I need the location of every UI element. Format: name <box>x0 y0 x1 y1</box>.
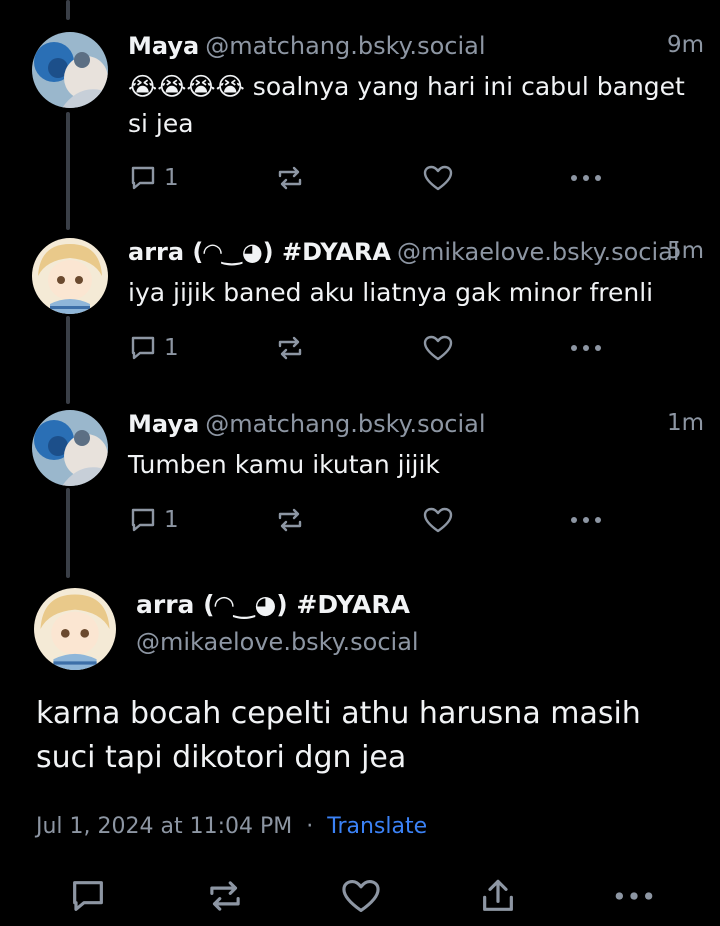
reply-count: 1 <box>164 165 179 191</box>
reply-icon <box>131 166 155 190</box>
post-date: Jul 1, 2024 at 11:04 PM <box>36 814 293 839</box>
more-icon <box>571 345 601 351</box>
translate-link[interactable]: Translate <box>327 814 427 839</box>
author-name[interactable]: Maya <box>128 410 199 438</box>
post-header: Maya @matchang.bsky.social <box>128 32 486 60</box>
main-reply-button[interactable] <box>68 872 108 920</box>
reply-count: 1 <box>164 335 179 361</box>
like-button[interactable] <box>422 328 454 368</box>
repost-icon <box>278 336 302 360</box>
heart-icon <box>423 165 453 191</box>
main-share-button[interactable] <box>478 872 518 920</box>
more-icon <box>571 517 601 523</box>
main-author-handle[interactable]: @mikaelove.bsky.social <box>136 628 419 656</box>
avatar-maya[interactable] <box>32 32 108 108</box>
thread-post-1[interactable]: Maya @matchang.bsky.social 9m 😭😭😭😭 soalny… <box>0 32 720 202</box>
post-text: Tumben kamu ikutan jijik <box>128 450 440 479</box>
like-button[interactable] <box>422 500 454 540</box>
thread-line-top <box>66 0 70 20</box>
repost-icon <box>278 166 302 190</box>
reply-button[interactable]: 1 <box>128 500 179 540</box>
avatar-arra[interactable] <box>32 238 108 314</box>
repost-button[interactable] <box>274 500 306 540</box>
more-button[interactable] <box>568 328 604 368</box>
heart-icon <box>423 335 453 361</box>
reply-button[interactable]: 1 <box>128 158 179 198</box>
author-handle[interactable]: @matchang.bsky.social <box>205 410 485 438</box>
meta-separator: · <box>306 814 314 839</box>
more-button[interactable] <box>568 500 604 540</box>
post-time: 1m <box>666 410 704 436</box>
more-button[interactable] <box>568 158 604 198</box>
repost-button[interactable] <box>274 158 306 198</box>
share-icon <box>483 879 513 911</box>
post-actions: 1 <box>128 500 608 540</box>
reply-button[interactable]: 1 <box>128 328 179 368</box>
reply-count: 1 <box>164 507 179 533</box>
thread-post-3[interactable]: Maya @matchang.bsky.social 1m Tumben kamu… <box>0 410 720 550</box>
author-name[interactable]: arra (◠‿◕) #DYARA <box>128 238 391 266</box>
heart-icon <box>342 879 380 913</box>
post-time: 5m <box>666 238 704 264</box>
post-text: 😭😭😭😭 soalnya yang hari ini cabul banget … <box>128 72 685 138</box>
reply-icon <box>131 508 155 532</box>
repost-button[interactable] <box>274 328 306 368</box>
more-icon <box>571 175 601 181</box>
post-header: Maya @matchang.bsky.social <box>128 410 486 438</box>
avatar-maya[interactable] <box>32 410 108 486</box>
post-header: arra (◠‿◕) #DYARA @mikaelove.bsky.social <box>128 238 680 266</box>
reply-icon <box>73 881 103 911</box>
heart-icon <box>423 507 453 533</box>
main-avatar-arra[interactable] <box>34 588 116 670</box>
main-post-actions <box>0 872 720 920</box>
main-more-button[interactable] <box>612 872 656 920</box>
post-time: 9m <box>666 32 704 58</box>
post-meta: Jul 1, 2024 at 11:04 PM · Translate <box>36 814 427 839</box>
more-icon <box>615 892 653 900</box>
post-actions: 1 <box>128 328 608 368</box>
author-handle[interactable]: @mikaelove.bsky.social <box>397 238 680 266</box>
author-name[interactable]: Maya <box>128 32 199 60</box>
author-handle[interactable]: @matchang.bsky.social <box>205 32 485 60</box>
like-button[interactable] <box>422 158 454 198</box>
main-repost-button[interactable] <box>204 872 246 920</box>
reply-icon <box>131 336 155 360</box>
main-author-name[interactable]: arra (◠‿◕) #DYARA <box>136 590 410 619</box>
repost-icon <box>278 508 302 532</box>
main-post-text: karna bocah cepelti athu harusna masih s… <box>36 696 641 775</box>
repost-icon <box>210 881 240 911</box>
post-actions: 1 <box>128 158 608 198</box>
post-text: iya jijik baned aku liatnya gak minor fr… <box>128 278 654 307</box>
main-like-button[interactable] <box>340 872 382 920</box>
thread-post-2[interactable]: arra (◠‿◕) #DYARA @mikaelove.bsky.social … <box>0 238 720 378</box>
